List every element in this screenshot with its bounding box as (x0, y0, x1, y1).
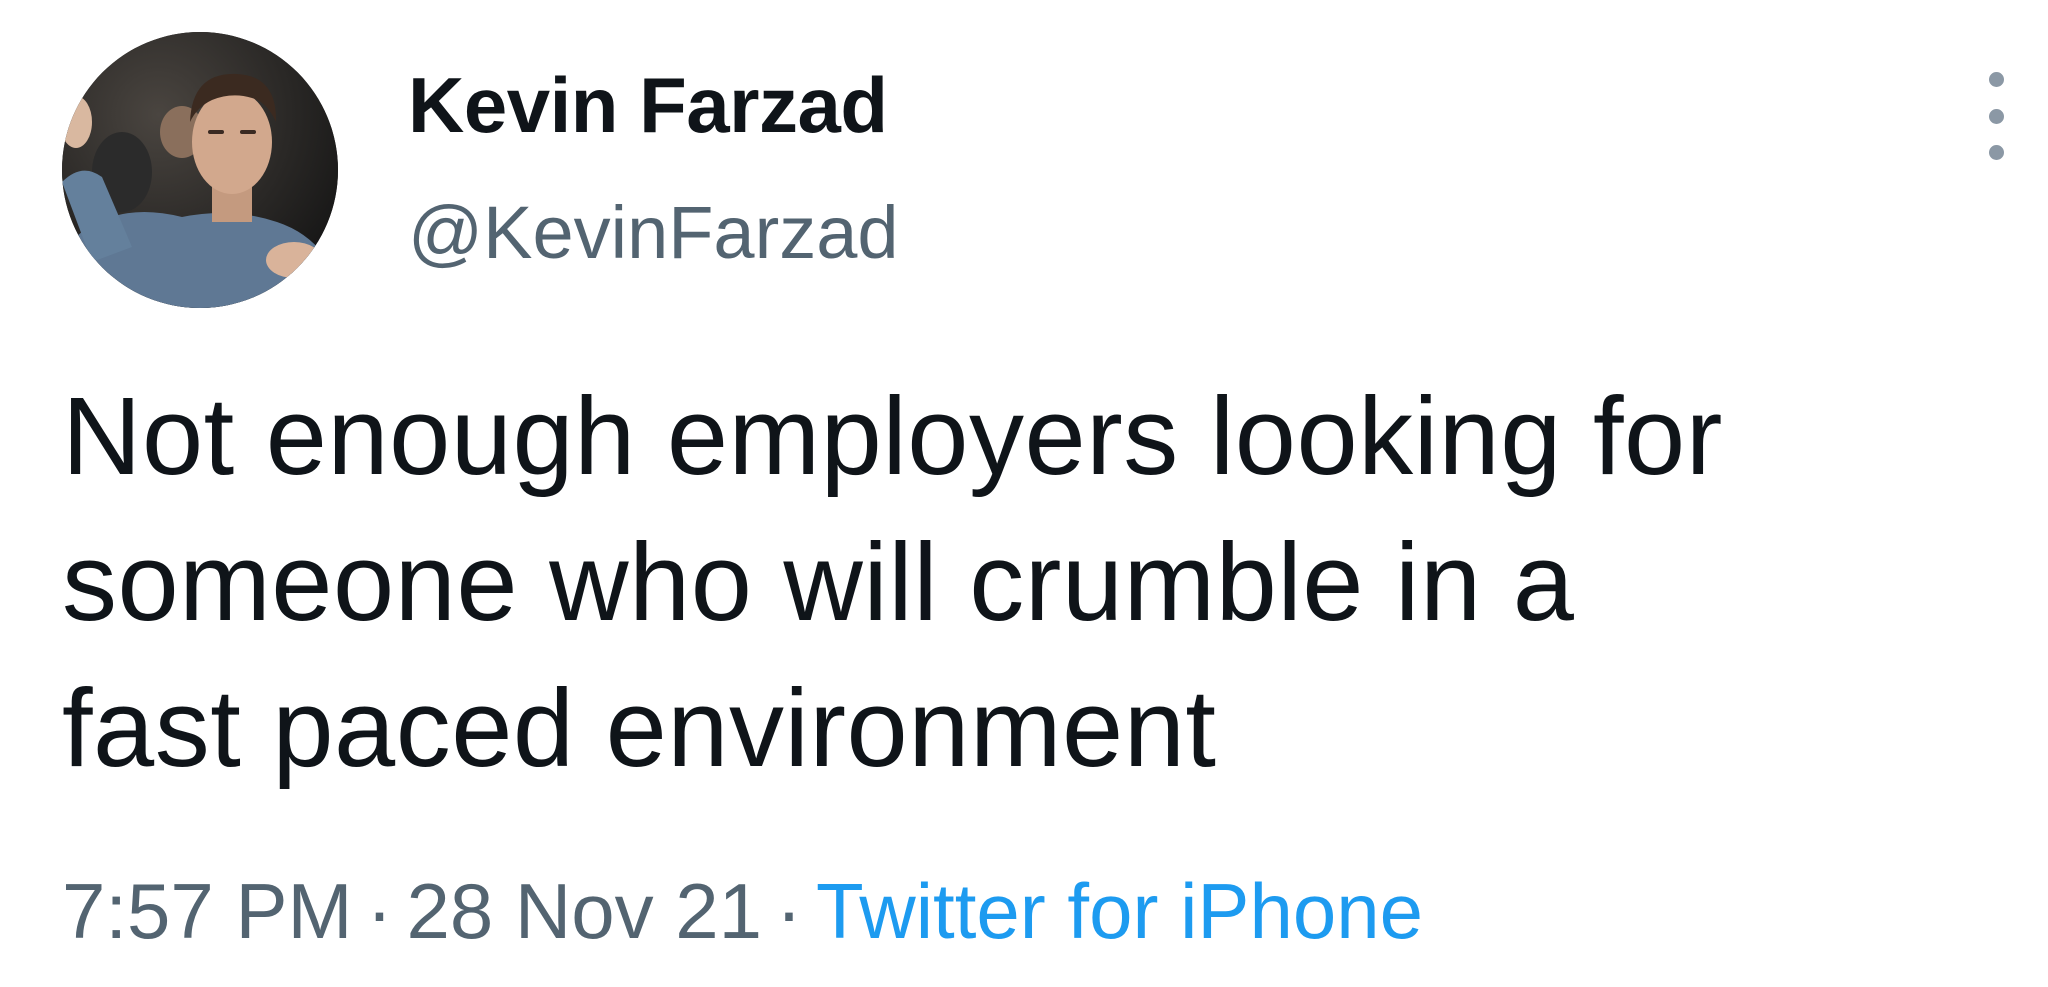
more-vertical-icon-dot (1988, 145, 2004, 160)
tweet-source-link[interactable]: Twitter for iPhone (816, 867, 1423, 955)
profile-photo (62, 32, 338, 308)
more-vertical-icon (1988, 72, 2004, 87)
tweet-time[interactable]: 7:57 PM (62, 867, 352, 955)
avatar[interactable] (62, 32, 338, 308)
meta-separator: · (366, 867, 393, 955)
tweet-card: Kevin Farzad @KevinFarzad Not enough emp… (0, 0, 2048, 987)
tweet-text: Not enough employers looking for someone… (62, 375, 1723, 790)
more-vertical-icon-dot (1988, 108, 2004, 124)
author-display-name[interactable]: Kevin Farzad (408, 66, 888, 144)
author-handle[interactable]: @KevinFarzad (408, 196, 899, 270)
tweet-date[interactable]: 28 Nov 21 (406, 867, 762, 955)
tweet-meta: 7:57 PM · 28 Nov 21 · Twitter for iPhone (62, 872, 1423, 950)
meta-separator: · (776, 867, 803, 955)
more-options-button[interactable] (1974, 72, 2018, 160)
